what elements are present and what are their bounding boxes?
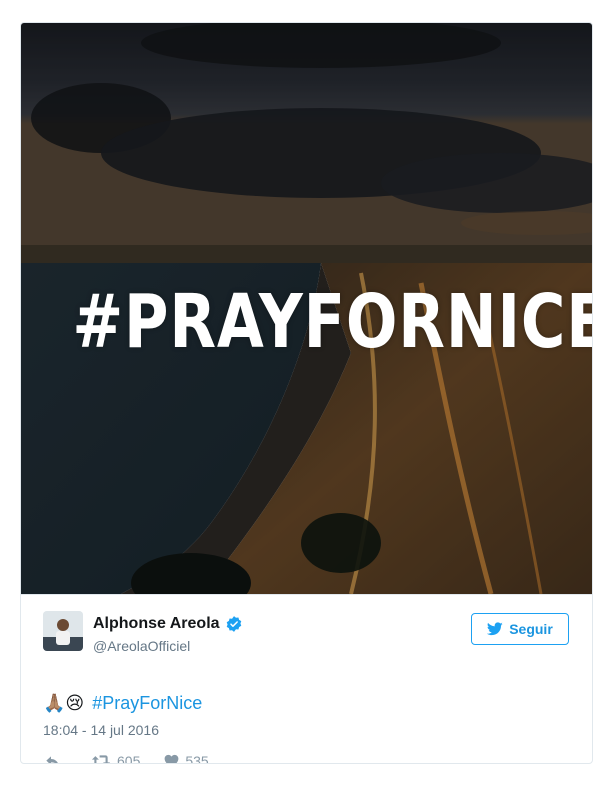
retweet-button[interactable]: 605 xyxy=(91,753,141,764)
author-display-name[interactable]: Alphonse Areola xyxy=(93,615,220,633)
twitter-bird-icon xyxy=(487,622,503,636)
photo-overlay-hashtag: #PRAYFORNICE xyxy=(72,279,592,365)
reply-button[interactable] xyxy=(45,754,67,763)
tweet-body: Alphonse Areola @AreolaOfficiel Seguir 🙏… xyxy=(21,594,592,764)
tweet-text: 🙏🏽😢 #PrayForNice xyxy=(43,693,202,714)
hashtag-link[interactable]: #PrayForNice xyxy=(92,693,202,714)
tweet-actions: 605 535 xyxy=(45,753,233,764)
retweet-icon xyxy=(91,755,111,763)
tweet-emojis: 🙏🏽😢 xyxy=(43,693,85,713)
author-handle[interactable]: @AreolaOfficiel xyxy=(93,638,190,654)
avatar[interactable] xyxy=(43,611,83,651)
avatar-image xyxy=(43,611,83,651)
like-count: 535 xyxy=(185,753,209,764)
heart-icon xyxy=(164,754,179,763)
verified-badge-icon xyxy=(226,616,241,632)
embedded-tweet-card: #PRAYFORNICE Alphonse Areola @AreolaOffi… xyxy=(20,22,593,764)
tweet-photo[interactable]: #PRAYFORNICE xyxy=(21,23,592,594)
reply-icon xyxy=(46,756,58,763)
tweet-timestamp[interactable]: 18:04 - 14 jul 2016 xyxy=(43,722,159,738)
like-button[interactable]: 535 xyxy=(164,753,209,764)
author-name-row[interactable]: Alphonse Areola xyxy=(93,615,243,633)
retweet-count: 605 xyxy=(117,753,141,764)
follow-button[interactable]: Seguir xyxy=(471,613,569,645)
follow-button-label: Seguir xyxy=(509,621,553,637)
